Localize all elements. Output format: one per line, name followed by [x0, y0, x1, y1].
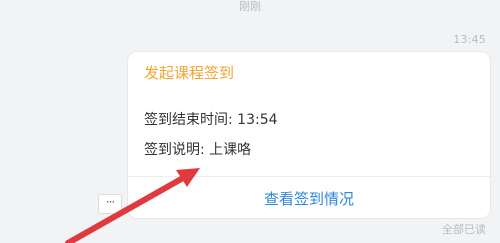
view-checkin-status-link[interactable]: 查看签到情况 — [128, 188, 490, 209]
card-title: 发起课程签到 — [144, 64, 235, 82]
card-divider — [128, 176, 490, 177]
top-timestamp: 刚刚 — [239, 0, 261, 13]
checkin-end-time: 签到结束时间: 13:54 — [144, 112, 278, 128]
checkin-description: 签到说明: 上课咯 — [144, 142, 252, 158]
more-options-button[interactable]: ··· — [98, 194, 122, 214]
message-timestamp: 13:45 — [453, 33, 486, 46]
checkin-card: 发起课程签到 签到结束时间: 13:54 签到说明: 上课咯 查看签到情况 — [127, 51, 491, 219]
read-status: 全部已读 — [442, 223, 486, 236]
